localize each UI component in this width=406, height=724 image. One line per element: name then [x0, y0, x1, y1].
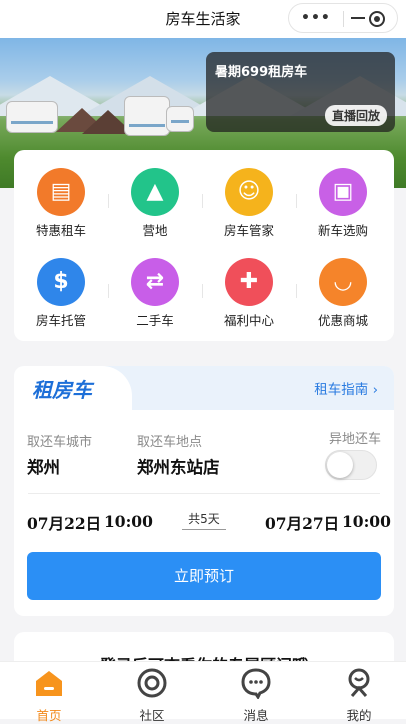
- capsule-divider: [343, 11, 344, 27]
- divider: [108, 284, 109, 298]
- divider: [28, 493, 380, 494]
- rent-card-header: 租房车 租车指南 ›: [14, 366, 394, 410]
- mini-program-capsule: •••: [288, 3, 398, 33]
- divider: [296, 284, 297, 298]
- tab-home[interactable]: 首页: [9, 662, 89, 723]
- shopping-bag-icon: ◡: [319, 258, 367, 306]
- pickup-time[interactable]: 10:00: [104, 512, 153, 531]
- top-bar: 房车生活家 •••: [0, 0, 406, 38]
- rv-icon: ▣: [319, 168, 367, 216]
- city-label: 取还车城市: [27, 435, 93, 450]
- service-grid: ▤ 特惠租车 ▲ 营地 ☺ 房车管家 ▣ 新车选购 $ 房车托管 ⇄ 二手车 ✚…: [14, 150, 394, 341]
- book-now-button[interactable]: 立即预订: [27, 552, 381, 600]
- rental-guide-link[interactable]: 租车指南 ›: [314, 378, 378, 398]
- live-replay-button[interactable]: 直播回放: [324, 105, 387, 126]
- camper-van-image: [166, 106, 194, 132]
- rental-days: 共5天: [182, 510, 226, 530]
- divider: [296, 194, 297, 208]
- service-item-campsite[interactable]: ▲ 营地: [115, 168, 195, 239]
- service-label: 营地: [142, 223, 168, 238]
- service-item-new-car[interactable]: ▣ 新车选购: [303, 168, 383, 239]
- profile-icon: [348, 668, 370, 697]
- rent-rv-card: 租房车 租车指南 › 取还车城市 郑州 取还车地点 郑州东站店 异地还车 07月…: [14, 366, 394, 616]
- service-label: 福利中心: [223, 313, 274, 328]
- service-label: 新车选购: [317, 223, 368, 238]
- service-item-special-rental[interactable]: ▤ 特惠租车: [21, 168, 101, 239]
- divider: [202, 284, 203, 298]
- divider: [108, 194, 109, 208]
- promo-title: 暑期699租房车: [215, 65, 308, 80]
- gift-icon: ✚: [225, 258, 273, 306]
- return-time[interactable]: 10:00: [342, 512, 391, 531]
- service-item-rv-butler[interactable]: ☺ 房车管家: [209, 168, 289, 239]
- offsite-return-label: 异地还车: [329, 432, 382, 447]
- tab-community[interactable]: 社区: [112, 662, 192, 723]
- service-item-welfare[interactable]: ✚ 福利中心: [209, 258, 289, 329]
- tab-label: 消息: [243, 708, 269, 723]
- tab-label: 首页: [36, 708, 62, 723]
- message-icon: [241, 668, 271, 699]
- exchange-icon: ⇄: [131, 258, 179, 306]
- service-label: 房车管家: [223, 223, 274, 238]
- location-select[interactable]: 郑州东站店: [137, 454, 220, 478]
- tab-label: 社区: [139, 708, 165, 723]
- return-date[interactable]: 07月27日: [265, 512, 339, 534]
- camper-van-image: [124, 96, 170, 136]
- service-item-rv-custody[interactable]: $ 房车托管: [21, 258, 101, 329]
- tent-icon: ▲: [131, 168, 179, 216]
- hand-coin-icon: $: [37, 258, 85, 306]
- tab-messages[interactable]: 消息: [216, 662, 296, 723]
- camper-van-image: [6, 101, 58, 133]
- city-select[interactable]: 郑州: [27, 454, 60, 478]
- coupon-doc-icon: ▤: [37, 168, 85, 216]
- divider: [202, 194, 203, 208]
- service-item-mall[interactable]: ◡ 优惠商城: [303, 258, 383, 329]
- promo-overlay[interactable]: 暑期699租房车 直播回放: [206, 52, 395, 132]
- target-close-icon[interactable]: [369, 11, 385, 27]
- tab-rent-rv[interactable]: 租房车: [32, 374, 92, 403]
- community-icon: [137, 668, 167, 698]
- more-dots-icon[interactable]: •••: [301, 10, 331, 26]
- bottom-tab-bar: 首页 社区 消息 我的: [0, 661, 406, 723]
- service-label: 房车托管: [35, 313, 86, 328]
- toggle-knob: [327, 452, 353, 478]
- service-label: 特惠租车: [35, 223, 86, 238]
- service-item-used-car[interactable]: ⇄ 二手车: [115, 258, 195, 329]
- location-label: 取还车地点: [137, 435, 203, 450]
- tab-profile[interactable]: 我的: [319, 662, 399, 723]
- service-label: 二手车: [136, 313, 174, 328]
- service-label: 优惠商城: [317, 313, 368, 328]
- minimize-icon[interactable]: [351, 17, 365, 19]
- tab-label: 我的: [346, 708, 372, 723]
- offsite-return-toggle[interactable]: [325, 450, 377, 480]
- butler-icon: ☺: [225, 168, 273, 216]
- home-icon: [36, 671, 62, 696]
- pickup-date[interactable]: 07月22日: [27, 512, 101, 534]
